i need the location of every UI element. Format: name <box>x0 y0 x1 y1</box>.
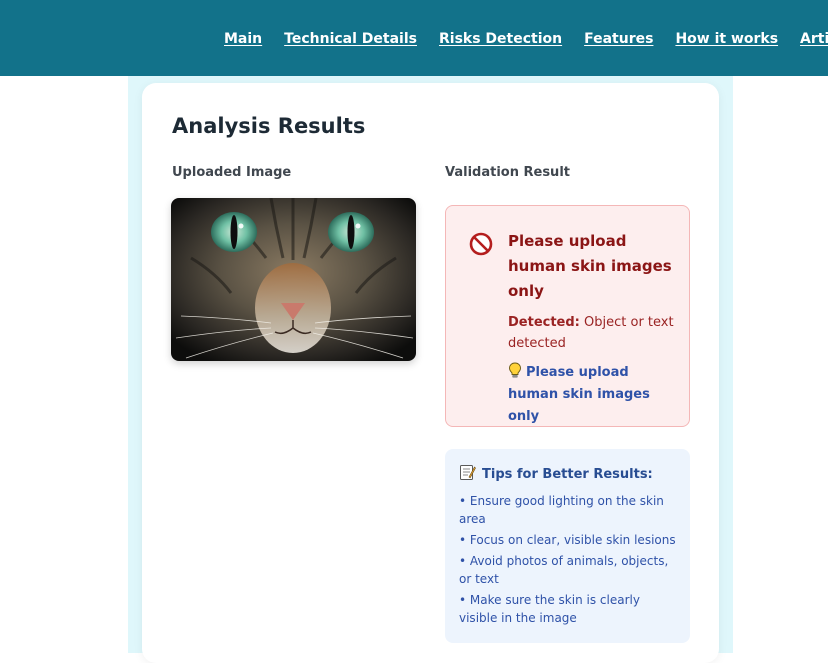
uploaded-image <box>171 198 416 361</box>
tips-list: • Ensure good lighting on the skin area … <box>459 492 681 630</box>
lightbulb-icon <box>509 362 521 378</box>
main-nav: Main Technical Details Risks Detection F… <box>224 31 828 47</box>
prohibited-icon <box>469 232 493 256</box>
nav-link-main[interactable]: Main <box>224 31 262 47</box>
upload-hint: Please upload human skin images only <box>508 362 678 428</box>
tip-item: • Avoid photos of animals, objects, or t… <box>459 554 669 586</box>
tip-item: • Focus on clear, visible skin lesions <box>459 533 676 547</box>
nav-link-features[interactable]: Features <box>584 31 653 47</box>
nav-link-artificial-intelligence[interactable]: Artificial Intelligence <box>800 31 828 47</box>
page-title: Analysis Results <box>172 114 366 138</box>
upload-hint-text: Please upload human skin images only <box>508 365 650 424</box>
tips-title-text: Tips for Better Results: <box>482 467 653 482</box>
tip-item: • Make sure the skin is clearly visible … <box>459 593 640 625</box>
validation-result-label: Validation Result <box>445 165 570 180</box>
top-navbar: Main Technical Details Risks Detection F… <box>0 0 828 76</box>
tips-title: Tips for Better Results: <box>459 464 653 482</box>
validation-error-message: Please upload human skin images only <box>508 232 672 300</box>
tip-item: • Ensure good lighting on the skin area <box>459 494 664 526</box>
detected-text: Detected: Object or text detected <box>508 312 678 354</box>
uploaded-image-label: Uploaded Image <box>172 165 292 180</box>
cat-photo <box>171 198 416 361</box>
nav-link-technical-details[interactable]: Technical Details <box>284 31 417 47</box>
nav-link-risks-detection[interactable]: Risks Detection <box>439 31 562 47</box>
nav-link-how-it-works[interactable]: How it works <box>675 31 778 47</box>
detected-label: Detected: <box>508 315 580 330</box>
memo-icon <box>460 465 476 480</box>
